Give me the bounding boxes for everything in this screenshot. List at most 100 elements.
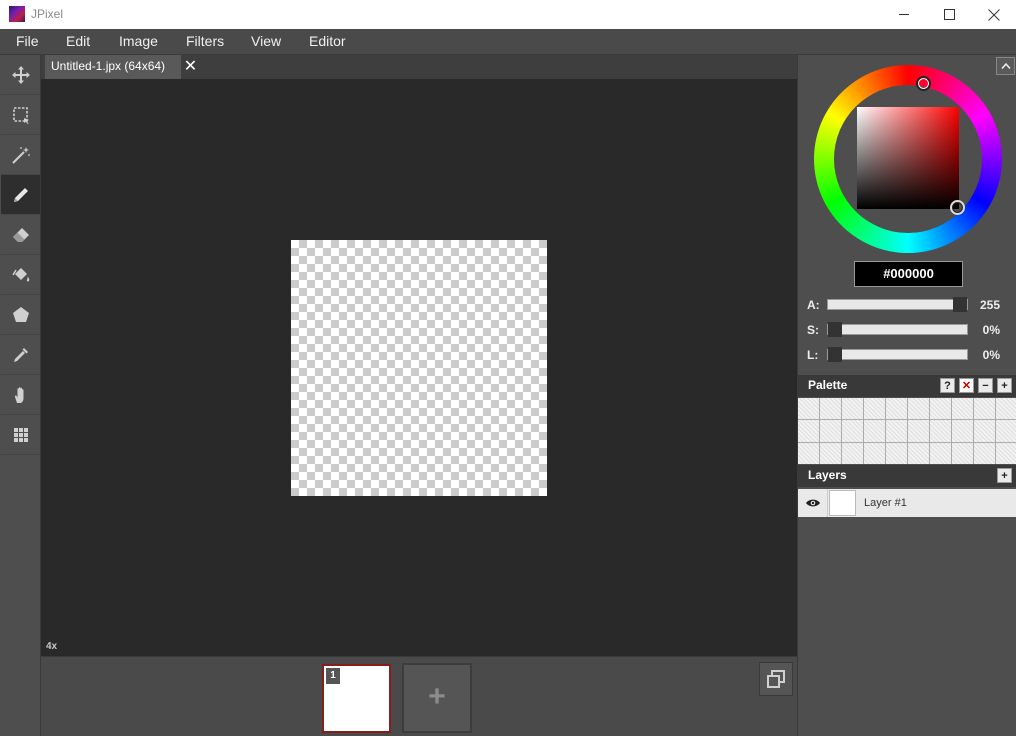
alpha-label: A: [807,298,820,312]
document-tab-label: Untitled-1.jpx (64x64) [51,59,166,73]
tool-bar [0,55,41,736]
eyedropper-icon [13,347,28,362]
palette-swatch[interactable] [842,442,863,464]
palette-swatch[interactable] [996,398,1016,420]
palette-swatch[interactable] [908,442,929,464]
close-window-button[interactable] [971,0,1016,29]
palette-swatch[interactable] [930,442,951,464]
menu-filters[interactable]: Filters [186,29,224,55]
palette-swatch[interactable] [842,420,863,442]
palette-swatch[interactable] [930,398,951,420]
menu-edit[interactable]: Edit [66,29,90,55]
palette-swatch[interactable] [908,420,929,442]
add-frame-button[interactable]: + [402,663,472,733]
document-tab[interactable]: Untitled-1.jpx (64x64) ✕ [45,55,200,79]
tab-close-button[interactable]: ✕ [181,55,200,79]
palette-swatch[interactable] [886,420,907,442]
palette-swatch[interactable] [908,398,929,420]
menu-file[interactable]: File [16,29,39,55]
palette-swatch[interactable] [952,442,973,464]
maximize-icon [943,9,955,20]
frames-popout-button[interactable] [759,662,793,696]
palette-swatch[interactable] [996,420,1016,442]
hex-color-input[interactable]: #000000 [854,261,963,287]
saturation-value-square[interactable] [857,107,959,209]
fill-tool[interactable] [1,255,40,295]
maximize-button[interactable] [926,0,972,29]
alpha-slider-knob[interactable] [953,297,967,312]
eye-icon [805,499,820,507]
frame-thumbnail[interactable]: 1 [322,664,391,733]
pencil-tool[interactable] [1,175,40,215]
minimize-button[interactable] [881,0,927,29]
palette-swatch[interactable] [886,398,907,420]
palette-swatch[interactable] [798,420,819,442]
layer-row[interactable]: Layer #1 [798,489,1016,517]
layers-title: Layers [808,468,847,482]
pencil-icon [13,187,28,202]
saturation-value-handle[interactable] [950,200,965,215]
palette-clear-button[interactable]: ✕ [959,378,974,393]
palette-title: Palette [808,378,848,392]
app-logo-icon [9,6,25,22]
hue-handle[interactable] [916,76,931,91]
saturation-slider[interactable] [827,322,968,337]
color-picker-tool[interactable] [1,335,40,375]
alpha-slider[interactable] [827,297,968,312]
palette-swatch[interactable] [864,398,885,420]
pentagon-icon [12,306,29,322]
move-icon [11,65,30,84]
hand-tool[interactable] [1,375,40,415]
palette-swatch[interactable] [798,442,819,464]
palette-swatch[interactable] [930,420,951,442]
eraser-tool[interactable] [1,215,40,255]
lightness-slider[interactable] [827,347,968,362]
shape-tool[interactable] [1,295,40,335]
collapse-panel-button[interactable] [996,57,1015,75]
palette-swatch[interactable] [886,442,907,464]
add-layer-button[interactable]: + [997,468,1012,483]
frame-number: 1 [326,668,340,684]
hand-icon [14,386,23,403]
palette-swatch[interactable] [974,420,995,442]
canvas-workspace: 4x [41,79,797,656]
menu-image[interactable]: Image [119,29,158,55]
move-tool[interactable] [1,55,40,95]
palette-swatch[interactable] [996,442,1016,464]
selection-icon [12,106,29,124]
chevron-up-icon [1000,62,1011,69]
bucket-icon [11,267,29,282]
palette-swatch[interactable] [798,398,819,420]
magic-wand-tool[interactable] [1,135,40,175]
drawing-canvas[interactable] [291,240,547,496]
palette-swatch[interactable] [974,398,995,420]
palette-swatch[interactable] [864,420,885,442]
menu-bar: File Edit Image Filters View Editor [0,29,1016,55]
palette-remove-button[interactable]: − [978,378,993,393]
palette-swatch[interactable] [974,442,995,464]
grid-tool[interactable] [1,415,40,455]
layer-thumbnail [829,490,856,516]
lightness-value: 0% [982,348,1000,362]
palette-grid [798,398,1016,464]
lightness-slider-knob[interactable] [828,347,842,362]
menu-view[interactable]: View [251,29,281,55]
saturation-slider-knob[interactable] [828,322,842,337]
magic-wand-icon [11,146,30,164]
lightness-label: L: [807,348,819,362]
selection-tool[interactable] [1,95,40,135]
palette-swatch[interactable] [864,442,885,464]
menu-editor[interactable]: Editor [309,29,346,55]
palette-add-button[interactable]: + [997,378,1012,393]
popout-icon [767,670,785,688]
close-icon [988,8,1000,21]
palette-help-button[interactable]: ? [940,378,955,393]
palette-swatch[interactable] [820,442,841,464]
grid-icon [13,427,28,442]
layer-visibility-toggle[interactable] [798,489,828,517]
palette-swatch[interactable] [820,398,841,420]
palette-swatch[interactable] [952,398,973,420]
palette-swatch[interactable] [952,420,973,442]
palette-swatch[interactable] [842,398,863,420]
palette-swatch[interactable] [820,420,841,442]
